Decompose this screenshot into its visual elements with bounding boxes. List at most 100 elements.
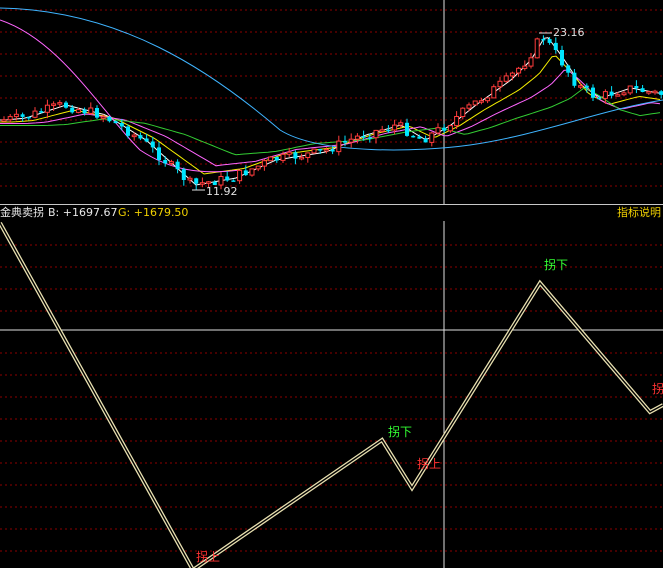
candle-body-down	[411, 135, 416, 138]
high-price-marker: 23.16	[539, 26, 585, 39]
low-price-marker: 11.92	[192, 185, 238, 198]
candle-body-up	[311, 148, 317, 154]
candle-body-down	[144, 138, 149, 142]
candle-body-up	[131, 134, 137, 138]
candle-body-up	[491, 86, 497, 99]
indicator-header: 金典卖拐 B: +1697.67 G: +1679.50 指标说明	[0, 205, 663, 221]
candle-body-up	[528, 57, 534, 67]
indicator-help-button[interactable]: 指标说明	[617, 205, 661, 221]
candlesticks	[1, 35, 663, 190]
candle-body-up	[100, 116, 106, 119]
candle-body-up	[429, 132, 435, 143]
signal-turn-down-2: 拐下	[544, 257, 568, 272]
candle-body-up	[522, 65, 528, 69]
candle-body-up	[447, 125, 453, 132]
candle-body-down	[659, 91, 663, 95]
candle-body-up	[336, 140, 342, 153]
high-price-label: 23.16	[553, 26, 585, 39]
candle-body-up	[57, 102, 63, 105]
candle-body-up	[652, 90, 658, 94]
candle-body-down	[386, 129, 391, 132]
candle-body-up	[516, 67, 522, 74]
price-chart-panel[interactable]: 23.16 11.92	[0, 0, 663, 205]
candle-body-up	[168, 161, 174, 164]
candle-body-up	[268, 156, 274, 162]
candle-body-down	[150, 141, 155, 148]
candle-body-down	[541, 38, 546, 41]
candle-body-up	[497, 80, 503, 88]
candle-body-up	[187, 177, 193, 181]
candle-body-up	[621, 92, 627, 96]
candle-body-up	[237, 169, 243, 182]
signal-turn-up-1: 拐上	[417, 456, 441, 471]
candle-body-up	[75, 109, 81, 113]
candle-body-down	[423, 138, 428, 143]
candle-body-up	[348, 138, 354, 143]
candle-body-down	[367, 137, 372, 139]
candle-body-up	[373, 129, 379, 139]
low-price-label: 11.92	[206, 185, 238, 198]
ma-magenta-line	[0, 69, 661, 167]
candle-body-down	[70, 107, 75, 113]
candle-body-down	[194, 178, 199, 184]
candle-body-up	[627, 85, 633, 94]
candle-body-down	[20, 114, 25, 117]
indicator-title: 金典卖拐	[0, 206, 44, 219]
candle-body-up	[602, 91, 608, 99]
candle-body-down	[318, 149, 323, 151]
candle-body-down	[609, 91, 614, 96]
candle-body-down	[39, 111, 44, 113]
signal-turn-up-3: 拐上	[652, 381, 663, 396]
candle-body-down	[225, 176, 230, 181]
indicator-chart-panel[interactable]: 拐下 拐上 拐下 拐上 拐上	[0, 205, 663, 568]
candle-body-down	[243, 170, 248, 176]
candle-body-up	[578, 85, 584, 88]
candle-body-down	[553, 42, 558, 50]
candle-body-down	[560, 50, 564, 66]
candle-body-up	[13, 113, 19, 118]
candle-body-down	[547, 39, 552, 43]
candle-body-up	[392, 124, 398, 131]
candle-body-up	[398, 122, 404, 126]
candle-body-down	[343, 141, 347, 143]
signal-turn-down-1: 拐下	[388, 424, 412, 439]
candle-body-up	[615, 94, 621, 97]
candle-body-up	[32, 110, 38, 118]
candle-body-up	[354, 135, 360, 140]
candle-body-up	[51, 103, 57, 106]
zigzag-indicator-line	[0, 222, 663, 568]
candle-body-down	[442, 127, 447, 131]
candle-body-down	[95, 108, 99, 118]
candle-body-down	[634, 86, 639, 89]
candle-body-up	[466, 104, 472, 109]
candle-body-up	[454, 116, 460, 127]
candle-body-down	[405, 122, 409, 136]
signal-turn-up-2: 拐上	[196, 549, 220, 564]
candle-body-down	[584, 85, 589, 88]
candle-body-down	[119, 123, 124, 127]
candle-body-down	[231, 180, 236, 182]
candle-body-up	[1, 119, 7, 122]
candle-body-up	[206, 181, 212, 184]
candle-body-up	[280, 153, 286, 161]
candle-body-down	[64, 102, 68, 108]
candle-body-down	[591, 87, 595, 98]
candle-body-down	[107, 116, 112, 122]
candle-body-up	[379, 129, 385, 132]
candle-body-down	[572, 72, 577, 86]
candle-body-down	[175, 161, 180, 170]
candle-body-down	[566, 65, 571, 73]
candle-body-up	[44, 104, 50, 113]
candle-body-up	[478, 100, 484, 103]
candle-body-down	[181, 169, 186, 180]
candle-body-down	[26, 116, 31, 119]
candle-body-up	[435, 127, 441, 134]
candle-body-up	[286, 151, 292, 155]
candle-body-up	[534, 38, 540, 59]
candle-body-down	[597, 97, 602, 100]
candle-body-down	[640, 88, 645, 92]
candle-body-up	[305, 152, 311, 158]
candle-body-up	[509, 72, 515, 77]
candle-body-up	[88, 107, 94, 114]
candle-body-down	[82, 109, 87, 114]
